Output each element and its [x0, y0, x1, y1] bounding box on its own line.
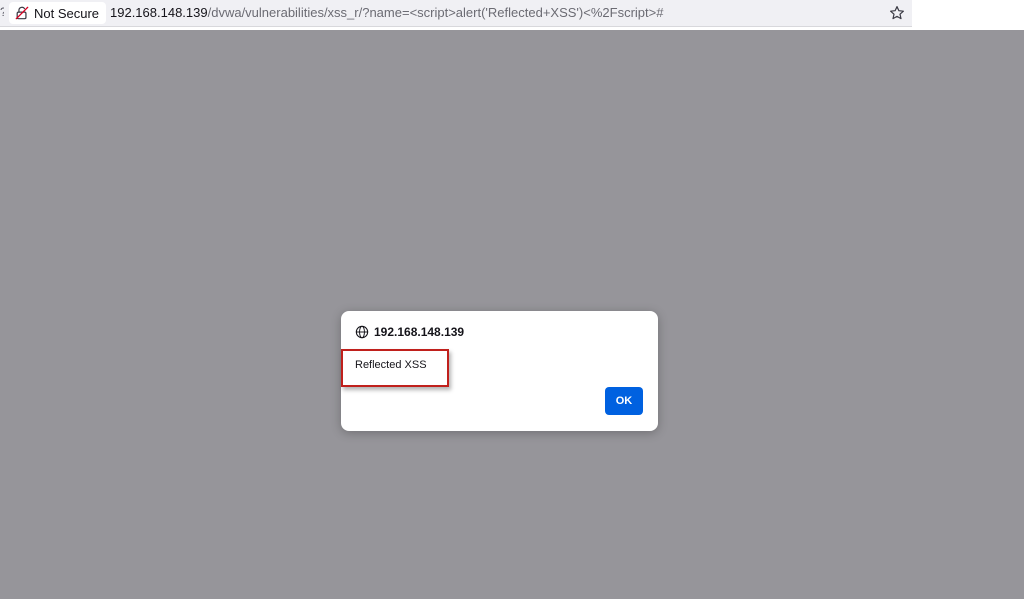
site-security-indicator[interactable]: Not Secure — [9, 2, 107, 24]
star-icon — [890, 6, 904, 20]
address-bar: ? Not Secure 192.168.148.139/dvwa/vulner… — [0, 0, 912, 27]
toolbar-divider — [0, 27, 912, 30]
ok-button[interactable]: OK — [605, 387, 643, 415]
not-secure-label: Not Secure — [34, 5, 100, 21]
dialog-origin: 192.168.148.139 — [355, 325, 464, 339]
dialog-origin-host: 192.168.148.139 — [374, 325, 465, 339]
back-button-fragment[interactable]: ? — [0, 5, 4, 19]
url-path: /dvwa/vulnerabilities/xss_r/?name=<scrip… — [207, 5, 664, 20]
toolbar-right-area — [912, 0, 1024, 30]
bookmark-star-button[interactable] — [887, 3, 907, 23]
alert-dialog: 192.168.148.139 Reflected XSS OK — [341, 311, 658, 431]
globe-icon — [355, 325, 369, 339]
dialog-message: Reflected XSS — [355, 359, 427, 371]
broken-lock-icon — [15, 6, 29, 20]
url-host: 192.168.148.139 — [110, 5, 208, 20]
url-field[interactable]: 192.168.148.139/dvwa/vulnerabilities/xss… — [110, 4, 663, 22]
